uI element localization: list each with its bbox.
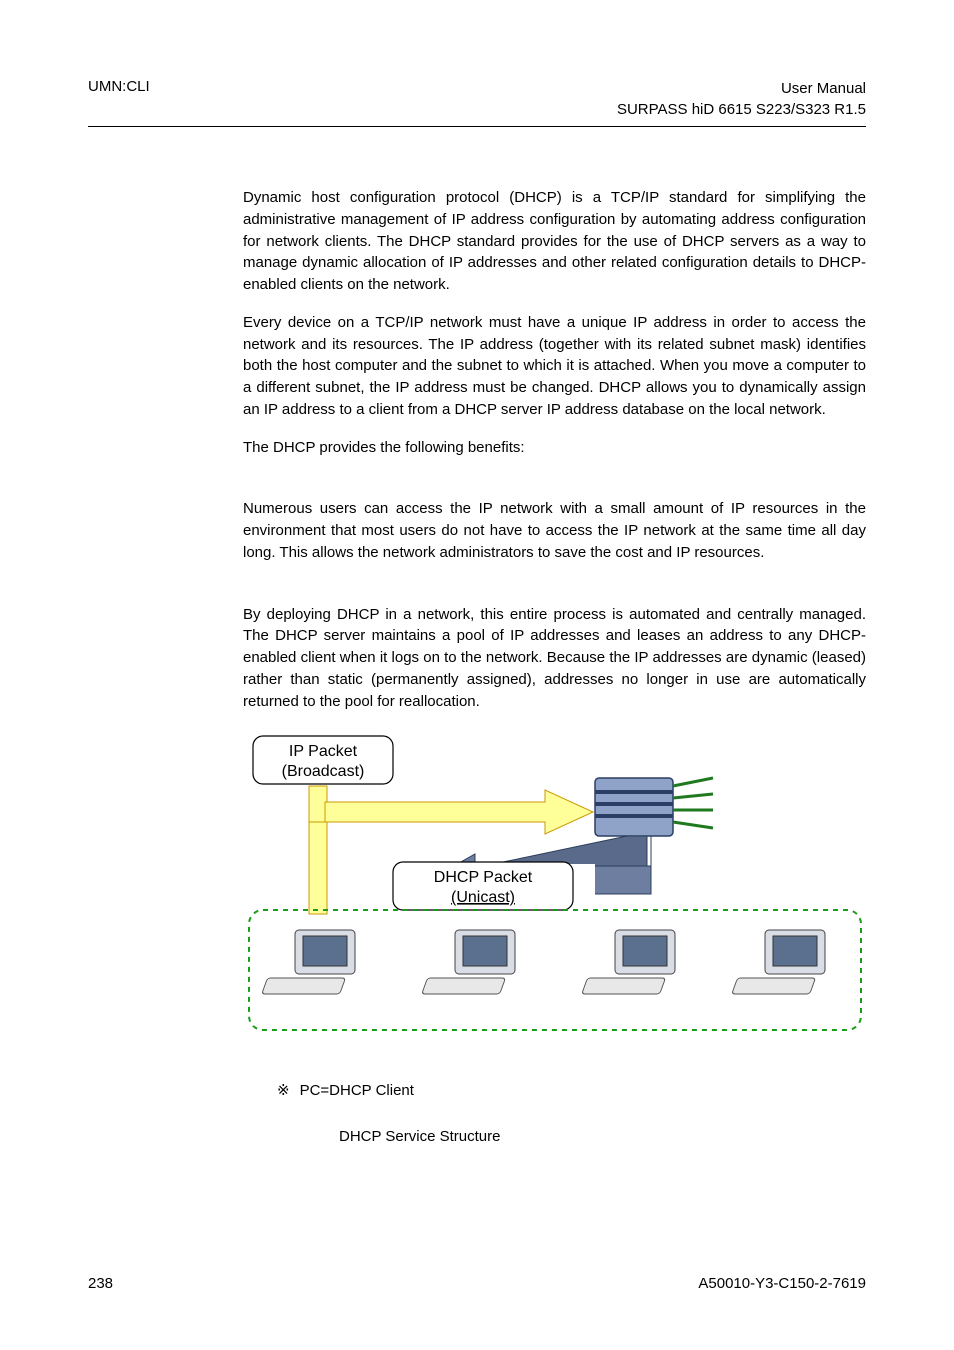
reference-mark-icon: ※ bbox=[277, 1080, 290, 1102]
dhcp-packet-label-box: DHCP Packet (Unicast) bbox=[393, 862, 573, 910]
header-left: UMN:CLI bbox=[88, 78, 150, 120]
paragraph-benefit-2: By deploying DHCP in a network, this ent… bbox=[243, 604, 866, 713]
header-right: User Manual SURPASS hiD 6615 S223/S323 R… bbox=[617, 78, 866, 120]
header-right-line2: SURPASS hiD 6615 S223/S323 R1.5 bbox=[617, 99, 866, 120]
page-footer: 238 A50010-Y3-C150-2-7619 bbox=[88, 1275, 866, 1292]
ip-packet-label-line2: (Broadcast) bbox=[281, 763, 364, 780]
paragraph-benefit-1: Numerous users can access the IP network… bbox=[243, 498, 866, 563]
body-content: Dynamic host configuration protocol (DHC… bbox=[243, 187, 866, 1148]
document-id: A50010-Y3-C150-2-7619 bbox=[698, 1275, 866, 1292]
page-number: 238 bbox=[88, 1275, 113, 1292]
paragraph-intro-1: Dynamic host configuration protocol (DHC… bbox=[243, 187, 866, 296]
paragraph-benefits-lead: The DHCP provides the following benefits… bbox=[243, 437, 866, 459]
header-rule bbox=[88, 126, 866, 127]
dhcp-packet-label-line1: DHCP Packet bbox=[433, 869, 532, 886]
header-right-line1: User Manual bbox=[617, 78, 866, 99]
page-header: UMN:CLI User Manual SURPASS hiD 6615 S22… bbox=[88, 78, 866, 120]
figure-legend-text: PC=DHCP Client bbox=[300, 1080, 414, 1102]
figure-legend: ※ PC=DHCP Client bbox=[277, 1080, 866, 1102]
dhcp-diagram: IP Packet (Broadcast) bbox=[245, 730, 865, 1070]
ip-packet-label-line1: IP Packet bbox=[288, 743, 357, 760]
ip-packet-label-box: IP Packet (Broadcast) bbox=[253, 736, 393, 784]
broadcast-arrow-stem bbox=[309, 822, 327, 914]
figure-caption: DHCP Service Structure bbox=[339, 1126, 866, 1148]
paragraph-intro-2: Every device on a TCP/IP network must ha… bbox=[243, 312, 866, 421]
dhcp-packet-label-line2: (Unicast) bbox=[450, 889, 514, 906]
